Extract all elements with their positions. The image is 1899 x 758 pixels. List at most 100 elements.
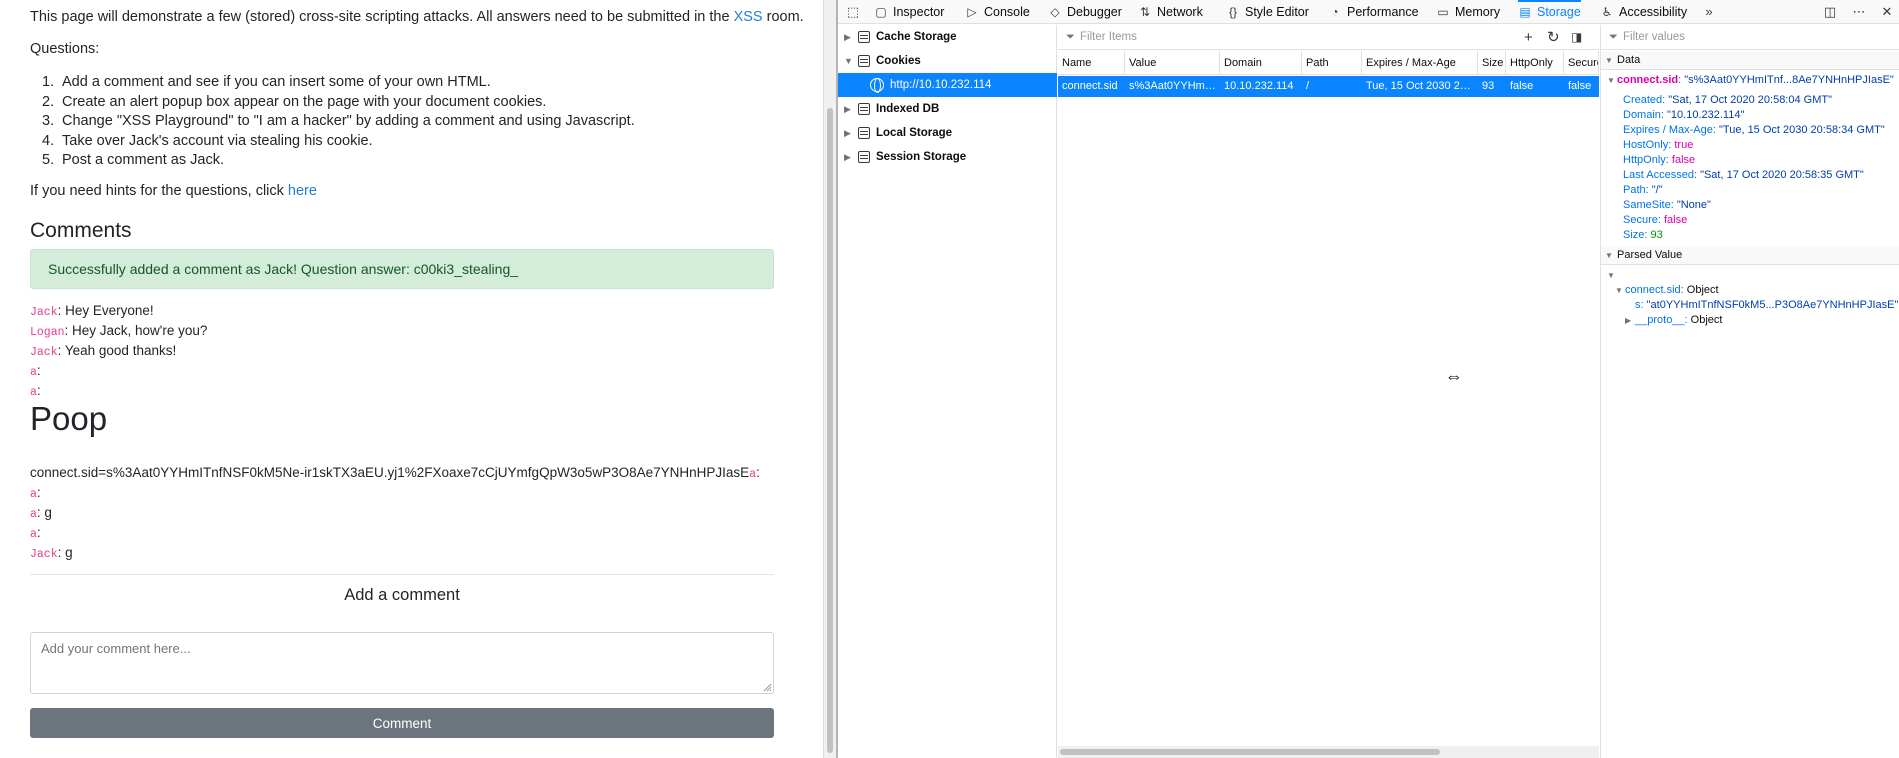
cell-name: connect.sid (1062, 80, 1118, 92)
inspector-icon: ▢ (875, 5, 887, 19)
question-text: Change "XSS Playground" to "I am a hacke… (62, 113, 635, 129)
tab-debugger[interactable]: ◇ Debugger (1048, 0, 1122, 24)
comment: a: (30, 485, 41, 501)
intro-text-after: room. (762, 9, 804, 25)
parsed-key: connect.sid (1625, 284, 1681, 296)
resize-cursor-icon: ⇔ (1445, 366, 1463, 386)
filter-icon: ⏷ (1609, 31, 1618, 43)
console-icon: ▷ (967, 5, 977, 19)
data-value: "s%3Aat0YYHmITnf...8Ae7YNHnHPJIasE" (1684, 74, 1894, 86)
tree-item-label: Session Storage (876, 151, 967, 163)
xss-room-link[interactable]: XSS (734, 9, 763, 25)
more-options-icon[interactable]: ⋯ (1850, 0, 1868, 24)
tree-item-label: Cache Storage (876, 31, 957, 43)
column-header-domain[interactable]: Domain (1220, 51, 1302, 75)
table-row[interactable]: connect.sid s%3Aat0YYHmITnfNSF0kM5Ne 10.… (1058, 76, 1599, 97)
page-scrollbar-thumb[interactable] (827, 108, 833, 753)
toggle-sidebar-icon[interactable]: ◨ (1571, 25, 1582, 50)
filter-values-input[interactable]: Filter values (1623, 25, 1685, 50)
tree-item-session-storage[interactable]: ▶ Session Storage (838, 145, 1057, 169)
filter-items-bar: ⏷ Filter Items + ↻ ◨ (1058, 25, 1599, 50)
expand-arrow-icon[interactable]: ▶ (844, 145, 854, 169)
table-header: Name Value Domain Path Expires / Max-Age… (1058, 51, 1599, 75)
filter-items-input[interactable]: Filter Items (1080, 25, 1137, 50)
parsed-proto-row[interactable]: ▶ __proto__: Object (1601, 311, 1899, 329)
comment-text: : g (36, 505, 52, 520)
style-editor-icon: {} (1228, 5, 1237, 19)
tree-item-local-storage[interactable]: ▶ Local Storage (838, 121, 1057, 145)
tab-storage[interactable]: ▤ Storage (1518, 0, 1581, 24)
question-number: 1. (42, 74, 55, 90)
comments-heading: Comments (30, 219, 132, 242)
tab-style-editor[interactable]: {} Style Editor (1226, 0, 1309, 24)
field-value: 93 (1650, 229, 1663, 241)
comment-text: : (36, 363, 41, 378)
comment-user: a (30, 508, 37, 521)
collapse-arrow-icon[interactable]: ▼ (844, 49, 854, 73)
expand-arrow-icon[interactable]: ▶ (844, 121, 854, 145)
tree-item-indexed-db[interactable]: ▶ Indexed DB (838, 97, 1057, 121)
field-value: "None" (1676, 199, 1711, 211)
tree-item-cookies[interactable]: ▼ Cookies (838, 49, 1057, 73)
tab-label: Debugger (1067, 5, 1122, 19)
more-tools-chevron-icon[interactable]: » (1700, 0, 1718, 24)
column-header-value[interactable]: Value (1125, 51, 1220, 75)
collapse-arrow-icon[interactable]: ▼ (1607, 72, 1617, 89)
expand-arrow-icon[interactable]: ▶ (844, 25, 854, 49)
resize-grip-icon[interactable] (763, 683, 772, 692)
comment: Jack: Hey Everyone! (30, 303, 154, 319)
tab-inspector[interactable]: ▢ Inspector (874, 0, 944, 24)
field-value: "10.10.232.114" (1667, 109, 1745, 121)
column-header-httponly[interactable]: HttpOnly (1506, 51, 1564, 75)
questions-label: Questions: (30, 41, 100, 57)
comment-button[interactable]: Comment (30, 708, 774, 738)
add-comment-heading: Add a comment (344, 586, 460, 604)
hint-text: If you need hints for the questions, cli… (30, 183, 288, 199)
data-root-row[interactable]: ▼ connect.sid: "s%3Aat0YYHmITnf...8Ae7YNH… (1601, 71, 1899, 89)
element-picker-icon[interactable]: ⬚ (844, 0, 862, 24)
database-icon (858, 127, 870, 139)
tab-network[interactable]: ⇅ Network (1138, 0, 1203, 24)
tab-memory[interactable]: ▭ Memory (1436, 0, 1500, 24)
cell-expires: Tue, 15 Oct 2030 20:58:34 GMT (1366, 80, 1476, 92)
comment-textarea[interactable] (30, 632, 774, 694)
page-scrollbar[interactable] (823, 0, 836, 758)
column-header-size[interactable]: Size (1478, 51, 1506, 75)
comment-user: Jack (30, 346, 58, 359)
comment-text: : Hey Everyone! (57, 303, 154, 318)
tab-label: Inspector (893, 5, 945, 19)
column-header-path[interactable]: Path (1302, 51, 1362, 75)
storage-tree: ▶ Cache Storage ▼ Cookies http://10.10.232… (838, 25, 1057, 758)
field-key: SameSite (1623, 199, 1671, 211)
expand-arrow-icon[interactable]: ▶ (844, 97, 854, 121)
tree-item-label: Indexed DB (876, 103, 940, 115)
comment-user: a (30, 488, 37, 501)
close-icon[interactable]: ✕ (1878, 0, 1896, 24)
add-item-icon[interactable]: + (1524, 25, 1533, 50)
parsed-value-section-header[interactable]: Parsed Value (1601, 246, 1899, 265)
debugger-icon: ◇ (1050, 5, 1060, 19)
tree-item-cookie-host[interactable]: http://10.10.232.114 (838, 73, 1057, 97)
comment: Logan: Hey Jack, how're you? (30, 323, 207, 339)
tab-accessibility[interactable]: ♿ Accessibility (1600, 0, 1687, 24)
tab-performance[interactable]: ◔ Performance (1328, 0, 1418, 24)
column-header-name[interactable]: Name (1058, 51, 1125, 75)
tree-item-label: Local Storage (876, 127, 953, 139)
scrollbar-thumb[interactable] (1060, 749, 1440, 755)
divider (30, 574, 774, 575)
question-number: 5. (42, 152, 55, 168)
comment-text: : Hey Jack, how're you? (64, 323, 208, 338)
hint-link[interactable]: here (288, 183, 317, 199)
column-header-expires[interactable]: Expires / Max-Age (1362, 51, 1478, 75)
question-number: 4. (42, 132, 55, 149)
column-header-secure[interactable]: Secure (1564, 51, 1599, 75)
tree-item-cache-storage[interactable]: ▶ Cache Storage (838, 25, 1057, 49)
dock-side-icon[interactable]: ◫ (1821, 0, 1839, 24)
data-section-header[interactable]: Data (1601, 51, 1899, 70)
question-text: Create an alert popup box appear on the … (62, 93, 547, 110)
refresh-icon[interactable]: ↻ (1547, 25, 1560, 50)
expand-arrow-icon[interactable]: ▶ (1625, 312, 1635, 329)
table-horizontal-scrollbar[interactable] (1058, 746, 1599, 758)
tab-label: Accessibility (1619, 5, 1688, 19)
tab-console[interactable]: ▷ Console (965, 0, 1030, 24)
